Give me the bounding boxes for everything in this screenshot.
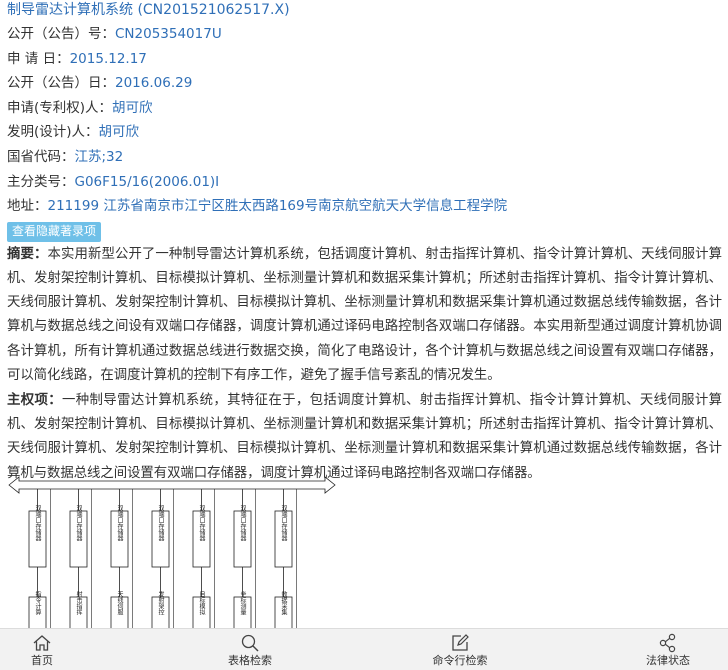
- computer-label: 坐标测量: [239, 590, 246, 616]
- address-row: 地址：211199 江苏省南京市江宁区胜太西路169号南京航空航天大学信息工程学…: [7, 194, 722, 219]
- pub-no-label: 公开（公告）号：: [7, 26, 115, 42]
- nav-legal-status[interactable]: 法律状态: [640, 629, 696, 670]
- nav-form-search[interactable]: 表格检索: [222, 629, 278, 670]
- claim-text: 一种制导雷达计算机系统，其特征在于，包括调度计算机、射击指挥计算机、指令计算计算…: [7, 392, 722, 481]
- inventor-row: 发明(设计)人：胡可欣: [7, 120, 722, 145]
- patent-drawing: 双端口存储器指令计算 双端口存储器射击指挥 双端口存储器天线伺服 双端口存储器发射架控…: [8, 476, 336, 635]
- app-date-value: 2015.12.17: [69, 50, 147, 67]
- computer-label: 天线伺服: [116, 591, 123, 616]
- app-date-row: 申 请 日：2015.12.17: [7, 47, 722, 72]
- dual-port-memory-label: 双端口存储器: [34, 505, 41, 542]
- address-label: 地址：: [7, 198, 48, 215]
- abstract: 摘要：本实用新型公开了一种制导雷达计算机系统，包括调度计算机、射击指挥计算机、指…: [7, 243, 722, 388]
- ipc-row: 主分类号：G06F15/16(2006.01)I: [7, 170, 722, 195]
- pub-date-label: 公开（公告）日：: [7, 75, 115, 92]
- dual-port-memory-label: 双端口存储器: [75, 505, 82, 542]
- ipc-link[interactable]: G06F15/16(2006.01)I: [75, 174, 220, 190]
- pub-date-row: 公开（公告）日：2016.06.29: [7, 71, 722, 96]
- main-claim: 主权项：一种制导雷达计算机系统，其特征在于，包括调度计算机、射击指挥计算机、指令…: [7, 389, 722, 486]
- data-bus-arrow: [8, 476, 336, 494]
- claim-label: 主权项：: [7, 392, 63, 408]
- pub-no-value: CN205354017U: [115, 26, 222, 42]
- computer-label: 数据采集: [280, 590, 287, 616]
- dual-port-memory-label: 双端口存储器: [280, 505, 287, 542]
- inventor-link[interactable]: 胡可欣: [99, 124, 140, 140]
- nav-command-search-label: 命令行检索: [432, 654, 488, 667]
- nav-home[interactable]: 首页: [18, 629, 66, 670]
- edit-icon: [452, 634, 469, 651]
- share-icon: [659, 633, 676, 653]
- computer-label: 指令计算: [34, 590, 41, 616]
- show-hidden-fields-button[interactable]: 查看隐藏著录项: [7, 221, 102, 242]
- pub-no-row: 公开（公告）号：CN205354017U: [7, 22, 722, 47]
- province-row: 国省代码：江苏;32: [7, 145, 722, 170]
- inventor-label: 发明(设计)人：: [7, 124, 99, 141]
- dual-port-memory-label: 双端口存储器: [116, 505, 123, 542]
- nav-legal-status-label: 法律状态: [646, 654, 690, 667]
- computer-label: 目标模拟: [198, 591, 205, 615]
- patent-title: 制导雷达计算机系统 (CN201521062517.X): [7, 2, 290, 18]
- province-label: 国省代码：: [7, 148, 75, 165]
- app-date-label: 申 请 日：: [7, 50, 70, 67]
- computer-label: 射击指挥: [75, 590, 82, 616]
- applicant-label: 申请(专利权)人：: [7, 99, 113, 116]
- search-icon: [241, 634, 259, 652]
- nav-home-label: 首页: [31, 654, 53, 667]
- abstract-label: 摘要：: [7, 246, 48, 262]
- dual-port-memory-label: 双端口存储器: [198, 505, 205, 542]
- bottom-nav: 首页 表格检索 命令行检索 法律状态: [0, 628, 728, 670]
- dual-port-memory-label: 双端口存储器: [157, 505, 164, 542]
- abstract-text: 本实用新型公开了一种制导雷达计算机系统，包括调度计算机、射击指挥计算机、指令计算…: [7, 246, 722, 383]
- ipc-label: 主分类号：: [7, 173, 75, 190]
- home-icon: [33, 635, 51, 651]
- dual-port-memory-label: 双端口存储器: [239, 505, 246, 542]
- nav-command-search[interactable]: 命令行检索: [428, 629, 492, 670]
- province-link[interactable]: 江苏;32: [75, 149, 124, 165]
- computer-label: 发射架控: [157, 590, 164, 616]
- applicant-link[interactable]: 胡可欣: [112, 100, 153, 116]
- address-value: 211199 江苏省南京市江宁区胜太西路169号南京航空航天大学信息工程学院: [47, 198, 508, 215]
- applicant-row: 申请(专利权)人：胡可欣: [7, 96, 722, 121]
- pub-date-value: 2016.06.29: [115, 75, 193, 92]
- nav-form-search-label: 表格检索: [228, 654, 272, 667]
